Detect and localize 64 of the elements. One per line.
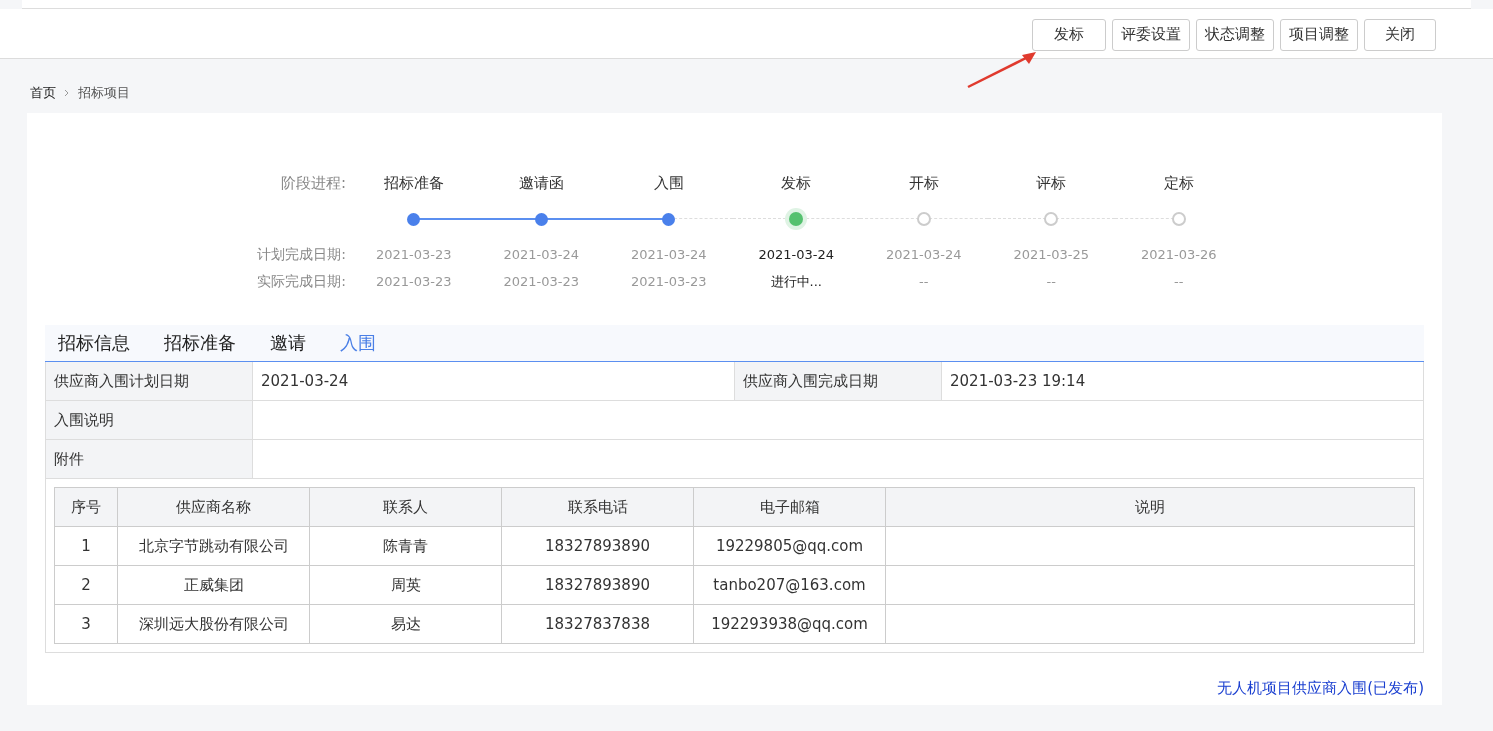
field-label: 附件	[46, 440, 253, 478]
column-header: 序号	[54, 487, 118, 527]
annotation-arrow-icon	[966, 49, 1038, 89]
table-cell: 正威集团	[117, 565, 310, 605]
actual-date: 2021-03-23	[629, 273, 708, 291]
plan-date: 2021-03-24	[629, 246, 708, 264]
table-cell: 18327893890	[501, 565, 694, 605]
breadcrumb-link[interactable]: 首页	[30, 84, 56, 102]
actual-date: --	[1045, 273, 1057, 291]
stage-label: 阶段进程:	[279, 173, 347, 194]
table-cell: 18327837838	[501, 604, 694, 644]
actual-date: 2021-03-23	[502, 273, 581, 291]
plan-date: 2021-03-23	[374, 246, 453, 264]
breadcrumb-link[interactable]: 招标项目	[78, 84, 130, 102]
plan-date: 2021-03-24	[757, 246, 836, 264]
stage-name: 招标准备	[382, 173, 445, 194]
column-header: 联系电话	[501, 487, 694, 527]
plan-date: 2021-03-26	[1139, 246, 1218, 264]
actual-date-label: 实际完成日期:	[256, 272, 347, 291]
field-label: 供应商入围完成日期	[735, 362, 942, 400]
column-header: 电子邮箱	[693, 487, 886, 527]
column-header: 供应商名称	[117, 487, 310, 527]
plan-date: 2021-03-25	[1012, 246, 1091, 264]
field-label: 入围说明	[46, 401, 253, 439]
table-cell: 易达	[309, 604, 502, 644]
plan-date-label: 计划完成日期:	[256, 245, 347, 264]
toolbar-button[interactable]: 评委设置	[1112, 18, 1190, 51]
table-cell: 19229805@qq.com	[693, 526, 886, 566]
table-cell: 深圳远大股份有限公司	[117, 604, 310, 644]
toolbar-button[interactable]: 关闭	[1364, 18, 1436, 51]
actual-date: 进行中...	[769, 273, 823, 291]
toolbar-button[interactable]: 状态调整	[1196, 18, 1274, 51]
tab[interactable]: 招标准备	[164, 331, 236, 355]
table-cell: 3	[54, 604, 118, 644]
field-value: 2021-03-23 19:14	[949, 371, 1087, 392]
plan-date: 2021-03-24	[884, 246, 963, 264]
table-cell: 陈青青	[309, 526, 502, 566]
plan-date: 2021-03-24	[502, 246, 581, 264]
tab[interactable]: 招标信息	[58, 331, 130, 355]
table-cell: 192293938@qq.com	[693, 604, 886, 644]
status-link[interactable]: 无人机项目供应商入围(已发布)	[1217, 679, 1424, 698]
table-cell: 1	[54, 526, 118, 566]
table-cell: 北京字节跳动有限公司	[117, 526, 310, 566]
stage-name: 发标	[780, 173, 813, 194]
tab[interactable]: 入围	[340, 331, 376, 355]
tab[interactable]: 邀请	[270, 331, 306, 355]
stage-name: 开标	[907, 173, 940, 194]
column-header: 说明	[885, 487, 1415, 527]
stage-name: 邀请函	[517, 173, 565, 194]
table-cell: tanbo207@163.com	[693, 565, 886, 605]
table-cell: 18327893890	[501, 526, 694, 566]
actual-date: --	[918, 273, 930, 291]
toolbar-button[interactable]: 发标	[1032, 18, 1106, 51]
table-cell: 周英	[309, 565, 502, 605]
column-header: 联系人	[309, 487, 502, 527]
stage-name: 定标	[1162, 173, 1195, 194]
table-cell: 2	[54, 565, 118, 605]
chevron-icon	[64, 89, 70, 97]
field-label: 供应商入围计划日期	[46, 362, 253, 400]
actual-date: 2021-03-23	[374, 273, 453, 291]
actual-date: --	[1173, 273, 1185, 291]
toolbar-button[interactable]: 项目调整	[1280, 18, 1358, 51]
stage-name: 评标	[1035, 173, 1068, 194]
stage-name: 入围	[652, 173, 685, 194]
